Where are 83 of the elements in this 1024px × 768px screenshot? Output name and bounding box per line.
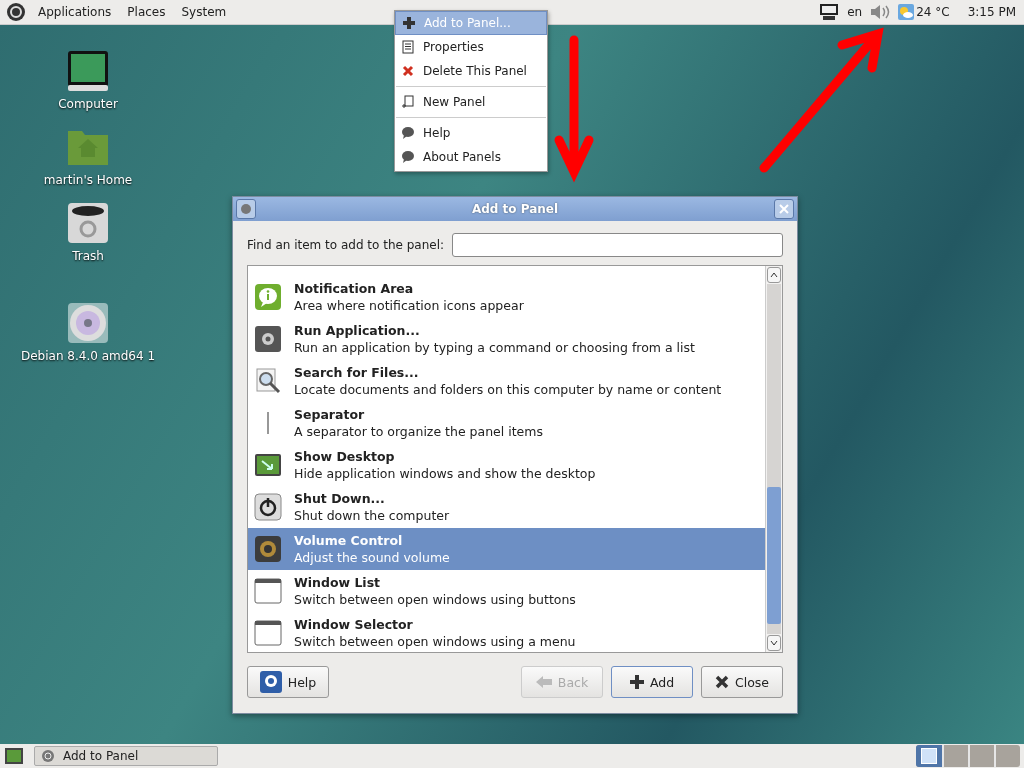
item-icon <box>254 451 282 479</box>
caret-down-icon <box>770 640 778 646</box>
item-description: Switch between open windows using buttons <box>294 592 576 607</box>
item-description: Run an application by typing a command or choosing from a list <box>294 340 695 355</box>
scrollbar[interactable] <box>767 284 781 634</box>
add-button[interactable]: Add <box>611 666 693 698</box>
item-description: Adjust the sound volume <box>294 550 450 565</box>
workspace[interactable] <box>916 745 942 767</box>
menu-item-icon <box>401 126 415 140</box>
close-button[interactable]: Close <box>701 666 783 698</box>
speaker-icon[interactable] <box>870 4 891 20</box>
menu-item-icon <box>401 64 415 78</box>
search-field[interactable] <box>452 233 783 257</box>
top-menu[interactable]: Places <box>123 3 170 21</box>
window-menu-icon[interactable] <box>236 199 256 219</box>
item-description: Shut down the computer <box>294 508 450 523</box>
list-item[interactable]: Window Selector Switch between open windows using a menu <box>248 612 765 652</box>
list-item[interactable]: Run Application... Run an application by typing a command or choosing from a list <box>248 318 765 360</box>
menu-item[interactable]: Properties <box>395 35 547 59</box>
desktop-icon-label[interactable]: martin's Home <box>43 173 133 187</box>
desktop-icon[interactable] <box>66 49 110 93</box>
scroll-down-button[interactable] <box>767 635 781 651</box>
help-icon <box>259 671 282 693</box>
item-description: Hide application windows and show the desktop <box>294 466 596 481</box>
item-name: Notification Area <box>294 281 415 296</box>
item-name: Shut Down... <box>294 491 386 506</box>
window-title: Add to Panel <box>470 202 560 216</box>
list-item[interactable]: Show Desktop Hide application windows and show the desktop <box>248 444 765 486</box>
item-name: Show Desktop <box>294 449 396 464</box>
item-description: Switch between open windows using a menu <box>294 634 576 649</box>
caret-up-icon <box>770 272 778 278</box>
workspace-switcher[interactable] <box>916 745 1020 767</box>
item-name: Volume Control <box>294 533 404 548</box>
logo-icon[interactable] <box>6 2 26 22</box>
separator-icon <box>267 412 269 434</box>
item-icon <box>254 325 282 353</box>
clock[interactable]: 3:15 PM <box>967 5 1016 19</box>
close-icon <box>714 675 729 689</box>
list-item[interactable]: Window List Switch between open windows using buttons <box>248 570 765 612</box>
arrow-left-icon <box>535 676 552 688</box>
item-name: Search for Files... <box>294 365 420 380</box>
menu-item-icon <box>402 16 416 30</box>
item-icon <box>254 283 282 311</box>
taskbar-button[interactable]: Add to Panel <box>34 746 218 766</box>
desktop-icon-label[interactable]: Trash <box>72 249 104 263</box>
desktop-icon-label[interactable]: Debian 8.4.0 amd64 1 <box>20 349 156 363</box>
top-menu[interactable]: Applications <box>34 3 116 21</box>
scroll-thumb[interactable] <box>767 487 781 624</box>
menu-item-icon <box>401 40 415 54</box>
list-item[interactable]: Search for Files... Locate documents and folders on this computer by name or content <box>248 360 765 402</box>
list-item[interactable]: Notification Area Area where notification icons appear <box>248 276 765 318</box>
desktop-icon[interactable] <box>66 201 110 245</box>
menu-item[interactable]: Delete This Panel <box>395 59 547 83</box>
item-description: A separator to organize the panel items <box>294 424 543 439</box>
item-name: Run Application... <box>294 323 421 338</box>
menu-item-icon <box>401 150 415 164</box>
show-desktop-icon[interactable] <box>4 747 24 765</box>
item-name: Separator <box>294 407 366 422</box>
plus-icon <box>629 675 644 689</box>
item-description: Locate documents and folders on this computer by name or content <box>294 382 722 397</box>
weather-icon[interactable] <box>898 4 915 20</box>
top-menu[interactable]: System <box>177 3 231 21</box>
item-icon <box>254 493 282 521</box>
help-button[interactable]: Help <box>247 666 329 698</box>
item-icon <box>254 367 282 395</box>
list-item[interactable]: Shut Down... Shut down the computer <box>248 486 765 528</box>
desktop-icon-label[interactable]: Computer <box>58 97 118 111</box>
item-icon <box>254 619 282 647</box>
menu-item[interactable]: Help <box>395 121 547 145</box>
close-icon[interactable] <box>774 199 794 219</box>
scroll-up-button[interactable] <box>767 267 781 283</box>
item-name: Window Selector <box>294 617 414 632</box>
item-icon <box>254 535 282 563</box>
menu-item[interactable]: New Panel <box>395 90 547 114</box>
list-item[interactable]: Separator A separator to organize the panel items <box>248 402 765 444</box>
search-label: Find an item to add to the panel: <box>247 238 445 252</box>
menu-item-icon <box>401 95 415 109</box>
language-indicator[interactable]: en <box>847 5 863 19</box>
item-description: Area where notification icons appear <box>294 298 524 313</box>
temperature[interactable]: 24 °C <box>916 5 950 19</box>
item-name: Window List <box>294 575 382 590</box>
menu-item[interactable]: About Panels <box>395 145 547 169</box>
item-icon <box>254 577 282 605</box>
